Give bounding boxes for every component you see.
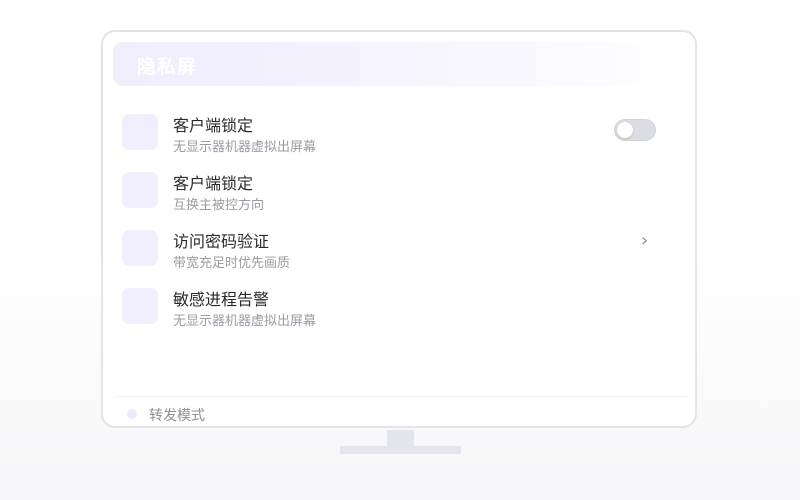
row-icon-placeholder xyxy=(122,230,158,266)
row-subtitle: 互换主被控方向 xyxy=(173,198,265,213)
row-subtitle: 无显示器机器虚拟出屏幕 xyxy=(173,140,317,155)
status-dot-icon xyxy=(127,409,137,419)
chevron-right-icon[interactable]: › xyxy=(641,230,648,251)
page-title: 隐私屏 xyxy=(137,56,198,78)
forward-mode-label[interactable]: 转发模式 xyxy=(149,405,205,425)
monitor-stand-neck xyxy=(387,430,414,446)
monitor-stand-base xyxy=(340,446,461,454)
row-title: 客户端锁定 xyxy=(173,174,254,193)
monitor-frame: 隐私屏 客户端锁定 无显示器机器虚拟出屏幕 客户端锁定 互换主被控方向 访问密码… xyxy=(101,30,697,428)
setting-row-password-verify[interactable]: 访问密码验证 带宽充足时优先画质 › xyxy=(103,228,695,276)
row-title: 访问密码验证 xyxy=(173,232,270,251)
header-bar: 隐私屏 xyxy=(113,42,687,86)
setting-row-client-lock[interactable]: 客户端锁定 无显示器机器虚拟出屏幕 xyxy=(103,112,695,160)
footer-divider xyxy=(115,396,687,397)
setting-row-sensitive-process-alert[interactable]: 敏感进程告警 无显示器机器虚拟出屏幕 xyxy=(103,286,695,334)
row-subtitle: 带宽充足时优先画质 xyxy=(173,256,291,271)
row-icon-placeholder xyxy=(122,172,158,208)
toggle-knob xyxy=(617,122,633,138)
row-subtitle: 无显示器机器虚拟出屏幕 xyxy=(173,314,317,329)
row-icon-placeholder xyxy=(122,114,158,150)
row-title: 敏感进程告警 xyxy=(173,290,270,309)
row-title: 客户端锁定 xyxy=(173,116,254,135)
client-lock-toggle[interactable] xyxy=(614,119,656,141)
setting-row-client-lock-swap[interactable]: 客户端锁定 互换主被控方向 xyxy=(103,170,695,218)
row-icon-placeholder xyxy=(122,288,158,324)
